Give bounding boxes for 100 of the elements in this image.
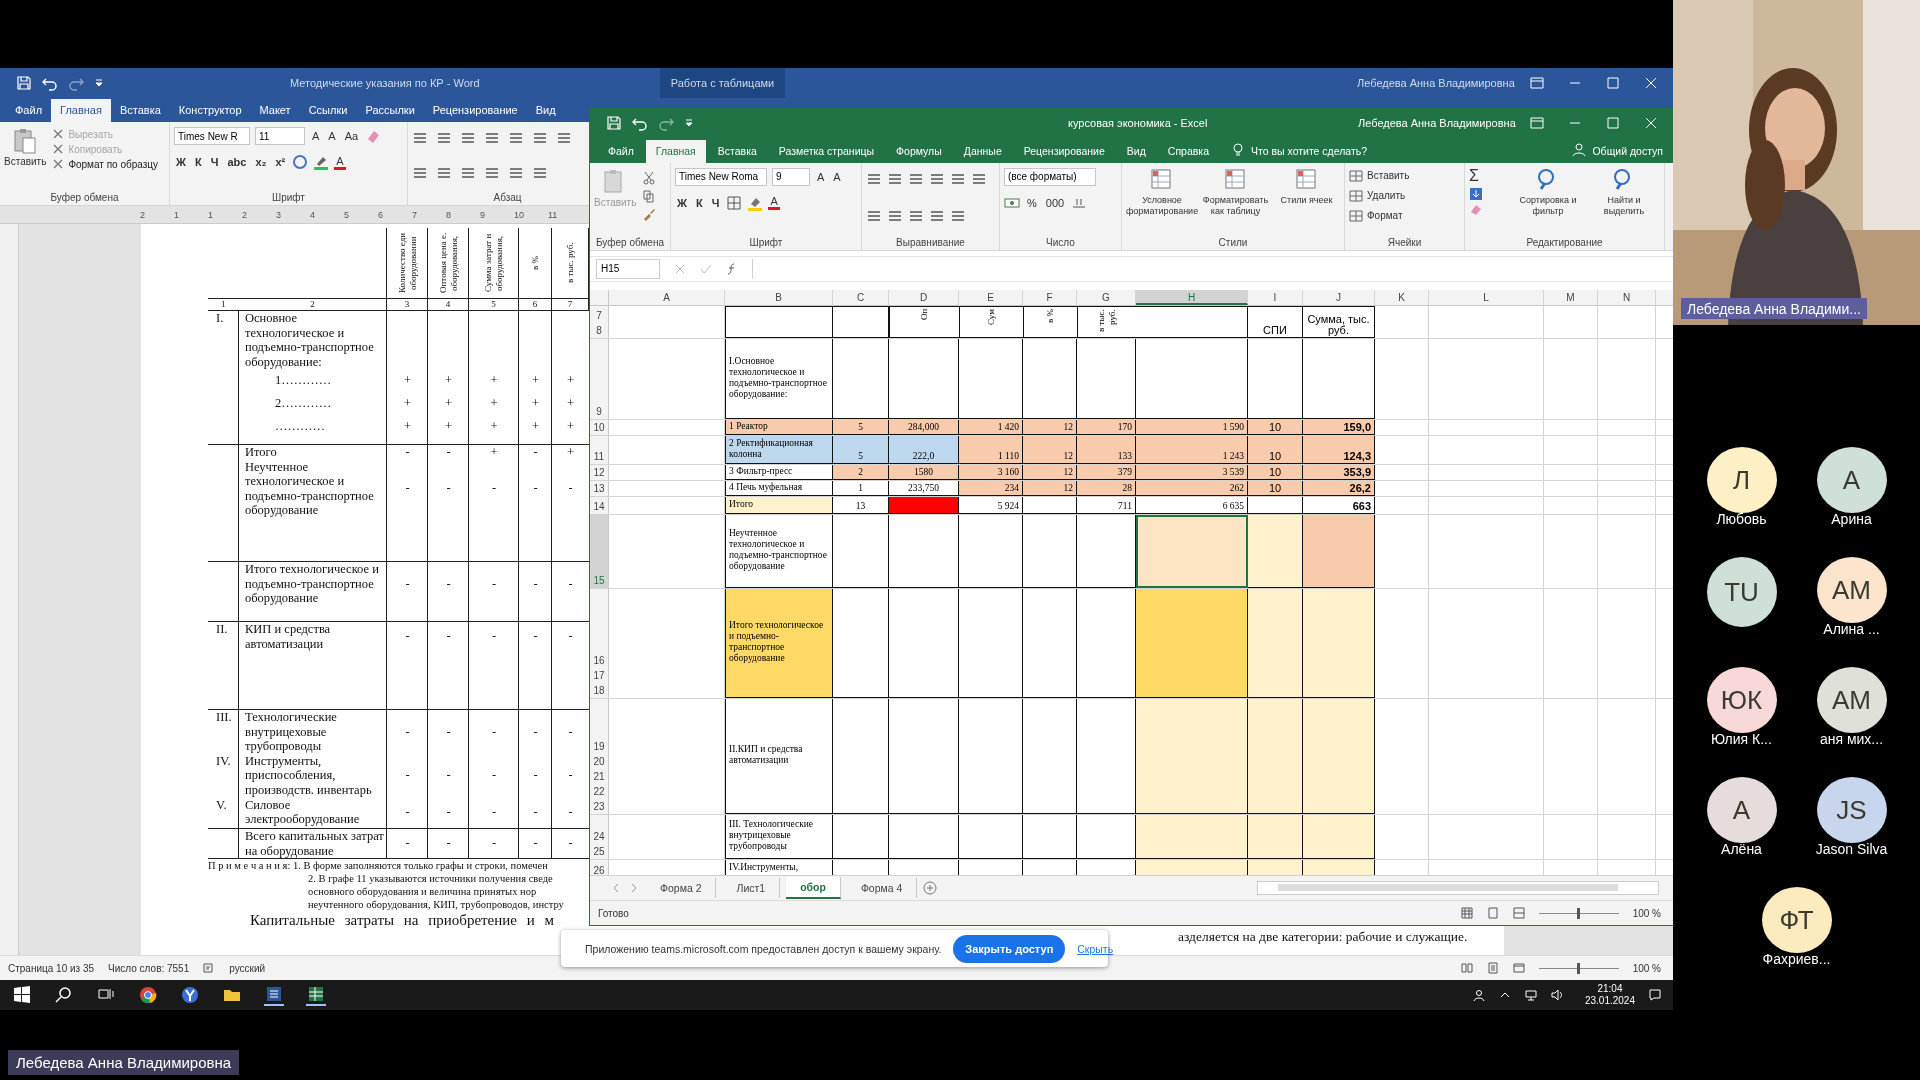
- row-header[interactable]: 11: [590, 435, 608, 464]
- speaker-icon[interactable]: [1550, 989, 1563, 1001]
- zoom-level[interactable]: 100 %: [1632, 962, 1661, 974]
- row-header[interactable]: 13: [590, 480, 608, 496]
- row-header[interactable]: 8: [590, 322, 608, 338]
- language-status[interactable]: русский: [229, 962, 266, 974]
- network-icon[interactable]: [1524, 989, 1537, 1001]
- row-header[interactable]: 7: [590, 305, 608, 323]
- ribbon-tab[interactable]: Рассылки: [356, 99, 424, 122]
- search-icon[interactable]: [54, 985, 74, 1005]
- ribbon-tab[interactable]: Макет: [250, 99, 300, 122]
- editing-button[interactable]: Найти и выделить: [1588, 166, 1660, 237]
- row-header[interactable]: 25: [590, 843, 608, 859]
- save-icon[interactable]: [16, 75, 32, 91]
- document-app-icon[interactable]: [264, 984, 284, 1006]
- font-color-button[interactable]: A: [334, 154, 346, 170]
- print-layout-icon[interactable]: [1486, 962, 1499, 974]
- proofing-icon[interactable]: [203, 962, 216, 974]
- column-header[interactable]: M: [1544, 289, 1598, 305]
- name-box[interactable]: H15: [596, 258, 660, 279]
- ribbon-tab[interactable]: Конструктор: [169, 99, 251, 122]
- sheet-tab[interactable]: Форма 4: [846, 878, 918, 899]
- avatar[interactable]: TU: [1706, 557, 1777, 627]
- avatar[interactable]: Л: [1706, 447, 1777, 513]
- font-name-field[interactable]: Times New Roma: [675, 167, 767, 186]
- style-button[interactable]: Стили ячеек: [1273, 166, 1340, 237]
- normal-view-icon[interactable]: [1460, 907, 1473, 920]
- eraser-icon[interactable]: [365, 128, 382, 144]
- table-icon[interactable]: [1349, 168, 1363, 183]
- stop-sharing-button[interactable]: Закрыть доступ: [953, 934, 1066, 963]
- slider-thumb[interactable]: [1577, 962, 1581, 974]
- column-header[interactable]: E: [959, 289, 1023, 305]
- column-header[interactable]: L: [1429, 289, 1544, 305]
- font-tool-button[interactable]: A: [310, 130, 322, 142]
- add-sheet-icon[interactable]: [923, 881, 938, 896]
- clock[interactable]: 21:04 23.01.2024: [1584, 983, 1635, 1007]
- format-button[interactable]: К: [693, 196, 705, 209]
- column-header[interactable]: F: [1023, 289, 1077, 305]
- horizontal-scrollbar[interactable]: [1257, 881, 1659, 896]
- share-button[interactable]: Общий доступ: [1592, 144, 1673, 163]
- ribbon-display-icon[interactable]: [1529, 114, 1545, 131]
- style-button[interactable]: Форматировать как таблицу: [1202, 166, 1269, 237]
- hide-link[interactable]: Скрыть: [1077, 942, 1114, 955]
- row-header[interactable]: 16: [590, 588, 608, 668]
- page-count[interactable]: Страница 10 из 35: [8, 962, 95, 974]
- eraser-icon[interactable]: [1469, 202, 1483, 217]
- browser-icon[interactable]: [180, 985, 200, 1005]
- avatar[interactable]: JS: [1816, 777, 1887, 843]
- row-header[interactable]: 21: [590, 768, 608, 784]
- autosum-button[interactable]: Σ: [1469, 166, 1508, 185]
- font-tool-button[interactable]: A: [326, 130, 338, 142]
- row-header[interactable]: 10: [590, 419, 608, 435]
- ribbon-tab[interactable]: Ссылки: [299, 99, 357, 122]
- column-header[interactable]: C: [833, 289, 889, 305]
- column-header[interactable]: J: [1303, 289, 1375, 305]
- word-count[interactable]: Число слов: 7551: [108, 962, 190, 974]
- cells-button[interactable]: Удалить: [1349, 186, 1460, 205]
- sheet-tab[interactable]: обор: [786, 877, 841, 900]
- page-layout-icon[interactable]: [1486, 907, 1499, 920]
- maximize-icon[interactable]: [1605, 114, 1621, 131]
- slider-thumb[interactable]: [1577, 907, 1581, 919]
- number-tool-button[interactable]: %: [1025, 196, 1039, 209]
- format-button[interactable]: x²: [273, 156, 288, 168]
- row-header[interactable]: 22: [590, 783, 608, 799]
- ribbon-tab[interactable]: Данные: [953, 139, 1012, 163]
- row-header[interactable]: 17: [590, 667, 608, 683]
- row-header[interactable]: 12: [590, 464, 608, 480]
- page-break-icon[interactable]: [1512, 907, 1525, 920]
- font-name-field[interactable]: Times New R: [174, 127, 250, 145]
- ribbon-tab[interactable]: Рецензирование: [423, 99, 527, 122]
- row-header[interactable]: 9: [590, 338, 608, 419]
- editing-button[interactable]: Сортировка и фильтр: [1512, 166, 1584, 237]
- format-button[interactable]: Ж: [174, 156, 188, 168]
- sheet-tab[interactable]: Форма 2: [646, 878, 717, 899]
- sheet-tab[interactable]: Лист1: [722, 878, 781, 899]
- ribbon-tab[interactable]: Главная: [645, 139, 706, 163]
- row-header[interactable]: 19: [590, 698, 608, 754]
- text-effects-icon[interactable]: [292, 154, 309, 170]
- format-button[interactable]: Ч: [709, 196, 722, 209]
- check-icon[interactable]: [700, 262, 712, 275]
- format-button[interactable]: Ж: [675, 196, 689, 209]
- browser-icon[interactable]: [138, 985, 158, 1005]
- tell-me-field[interactable]: Что вы хотите сделать?: [1251, 144, 1368, 163]
- table-icon[interactable]: [1349, 208, 1363, 223]
- zoom-slider[interactable]: [1538, 907, 1619, 919]
- paste-button[interactable]: Вставить: [4, 126, 47, 192]
- zoom-level[interactable]: 100 %: [1632, 907, 1661, 919]
- ribbon-tab[interactable]: Рецензирование: [1013, 139, 1115, 163]
- context-tab[interactable]: Работа с таблицами: [660, 68, 785, 98]
- cancel-icon[interactable]: [674, 262, 686, 275]
- column-header[interactable]: D: [889, 289, 959, 305]
- avatar[interactable]: АМ: [1816, 557, 1887, 623]
- read-mode-icon[interactable]: [1460, 962, 1473, 974]
- ribbon-tab[interactable]: Вставка: [707, 139, 767, 163]
- cells-button[interactable]: Вставить: [1349, 166, 1460, 185]
- avatar[interactable]: А: [1706, 777, 1777, 843]
- row-header[interactable]: 15: [590, 514, 608, 588]
- ribbon-tab[interactable]: Разметка страницы: [768, 139, 885, 163]
- font-size-field[interactable]: 11: [255, 127, 305, 145]
- format-button[interactable]: К: [192, 156, 204, 168]
